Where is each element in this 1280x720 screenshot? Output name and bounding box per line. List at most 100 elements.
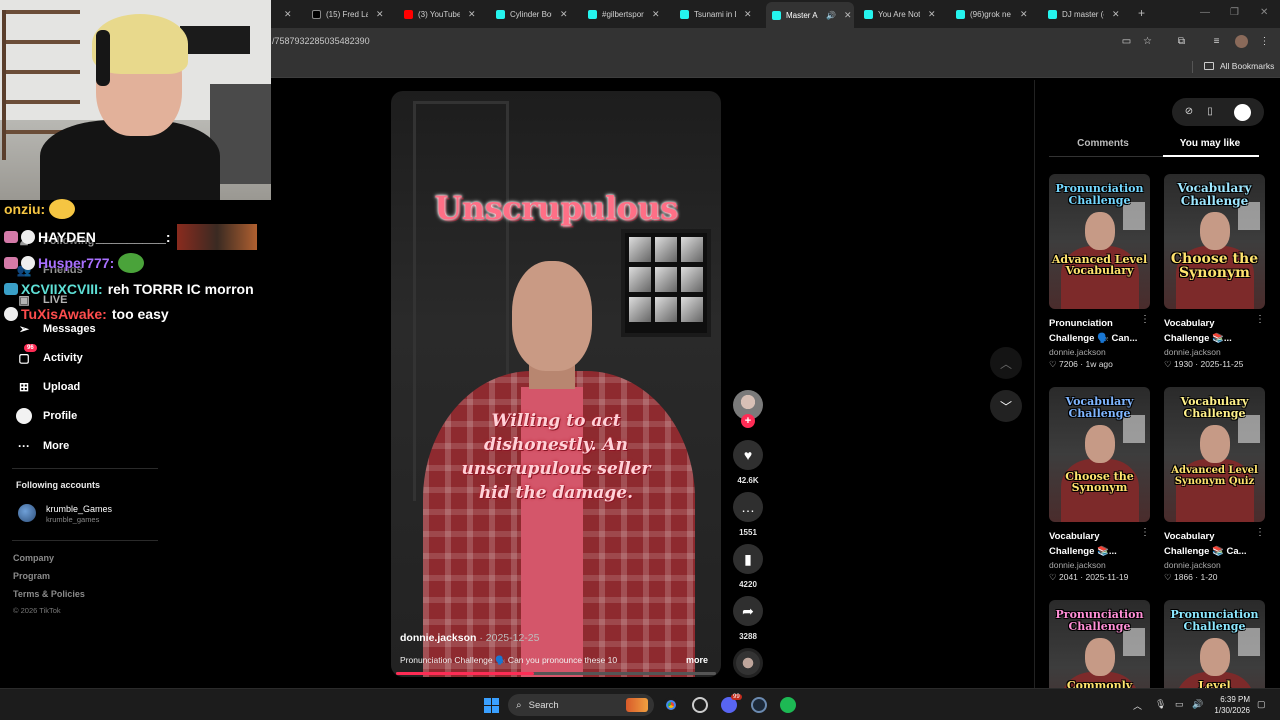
sidebar-item-upload[interactable]: ⊞ Upload <box>16 379 80 395</box>
minimize-icon[interactable]: — <box>1200 7 1210 18</box>
close-icon[interactable]: ✕ <box>844 10 852 21</box>
browser-tab[interactable]: Cylinder Bou ✕ <box>490 4 568 24</box>
window-close-icon[interactable]: ✕ <box>1260 7 1268 18</box>
close-icon[interactable]: ✕ <box>468 9 476 20</box>
microphone-icon[interactable]: 🎙 <box>1155 699 1166 710</box>
browser-tab[interactable]: (3) YouTube ✕ <box>398 4 476 24</box>
browser-tab[interactable]: DJ master (c ✕ <box>1042 4 1120 24</box>
share-button[interactable]: ➦ <box>733 596 763 626</box>
volume-icon[interactable]: 🔊 <box>1192 699 1203 710</box>
speaker-icon[interactable]: 🔊 <box>826 11 836 20</box>
tab-comments[interactable]: Comments <box>1053 138 1153 149</box>
maximize-icon[interactable]: ❐ <box>1230 7 1239 18</box>
spotify-icon[interactable] <box>780 697 796 713</box>
video-thumbnail[interactable]: Vocabulary Challenge Advanced Level Syno… <box>1164 387 1265 522</box>
footer-link-company[interactable]: Company <box>13 553 54 563</box>
kebab-icon[interactable]: ⋮ <box>1255 314 1265 325</box>
upload-icon: ⊞ <box>18 380 30 394</box>
card-title[interactable]: Pronunciation Challenge 🗣️ Can... <box>1049 316 1143 346</box>
recommended-video-card[interactable]: Vocabulary Challenge Advanced Level Syno… <box>1164 387 1265 583</box>
previous-video-button[interactable]: ︿ <box>990 347 1022 379</box>
close-icon[interactable]: ✕ <box>1112 9 1120 20</box>
recommended-video-card[interactable]: Vocabulary Challenge Choose the Synonym … <box>1049 387 1150 583</box>
video-thumbnail[interactable]: Pronunciation Challenge Commonly <box>1049 600 1150 688</box>
recommended-video-card[interactable]: Pronunciation Challenge Advanced Level V… <box>1049 174 1150 370</box>
phone-icon[interactable]: ▯ <box>1203 105 1217 119</box>
kebab-icon[interactable]: ⋮ <box>1255 527 1265 538</box>
card-author[interactable]: donnie.jackson <box>1164 560 1265 570</box>
chrome-icon[interactable] <box>663 697 679 713</box>
music-disc-icon[interactable] <box>733 648 763 678</box>
browser-tab[interactable]: (96)grok ne ✕ <box>950 4 1028 24</box>
notification-icon[interactable]: ▢ <box>1257 699 1266 710</box>
badge-icon <box>4 257 18 269</box>
video-thumbnail[interactable]: Pronunciation Challenge Level <box>1164 600 1265 688</box>
video-thumbnail[interactable]: Vocabulary Challenge Choose the Synonym <box>1164 174 1265 309</box>
toggle-switch[interactable] <box>1234 104 1251 121</box>
sidebar-item-profile[interactable]: Profile <box>16 408 77 424</box>
url-field[interactable]: /7587932285035482390 <box>272 36 370 46</box>
windows-start-icon[interactable] <box>484 698 499 713</box>
close-icon[interactable]: ✕ <box>560 9 568 20</box>
card-author[interactable]: donnie.jackson <box>1049 560 1150 570</box>
browser-tab[interactable]: #gilbertspor ✕ <box>582 4 660 24</box>
recommended-video-card[interactable]: Pronunciation Challenge Commonly <box>1049 600 1150 688</box>
video-progress-bar[interactable] <box>396 672 716 675</box>
card-title[interactable]: Vocabulary Challenge 📚... <box>1049 529 1143 559</box>
author-name[interactable]: donnie.jackson <box>400 632 476 644</box>
video-thumbnail[interactable]: Vocabulary Challenge Choose the Synonym <box>1049 387 1150 522</box>
close-icon[interactable]: ✕ <box>1020 9 1028 20</box>
browser-tab[interactable]: Tsunami in L ✕ <box>674 4 752 24</box>
caption-more-button[interactable]: more <box>686 655 708 665</box>
close-icon[interactable]: ✕ <box>376 9 384 20</box>
cast-icon[interactable]: ▭ <box>1120 35 1133 48</box>
card-author[interactable]: donnie.jackson <box>1164 347 1265 357</box>
network-icon[interactable]: ▭ <box>1175 699 1184 710</box>
obs-icon[interactable] <box>692 697 708 713</box>
profile-avatar-icon[interactable] <box>1235 35 1248 48</box>
taskbar-search[interactable]: ⌕ Search <box>508 694 654 716</box>
media-control-icon[interactable]: ≡ <box>1210 35 1223 48</box>
video-author[interactable]: donnie.jackson · 2025-12-25 <box>400 632 539 644</box>
close-icon[interactable]: ✕ <box>284 9 292 20</box>
recommended-video-card[interactable]: Vocabulary Challenge Choose the Synonym … <box>1164 174 1265 370</box>
new-tab-icon[interactable]: + <box>1138 6 1145 20</box>
bookmark-star-icon[interactable]: ☆ <box>1141 35 1154 48</box>
extensions-icon[interactable]: ⧉ <box>1175 35 1188 48</box>
discord-icon[interactable]: 99 <box>721 694 742 713</box>
tab-you-may-like[interactable]: You may like <box>1160 138 1260 149</box>
video-thumbnail[interactable]: Pronunciation Challenge Advanced Level V… <box>1049 174 1150 309</box>
sidebar-item-more[interactable]: ··· More <box>16 438 69 454</box>
tray-chevron-up-icon[interactable]: ︿ <box>1133 699 1142 712</box>
browser-tab[interactable]: You Are Not ✕ <box>858 4 936 24</box>
close-icon[interactable]: ✕ <box>928 9 936 20</box>
kebab-icon[interactable]: ⋮ <box>1140 527 1150 538</box>
card-author[interactable]: donnie.jackson <box>1049 347 1150 357</box>
avatar[interactable] <box>18 504 36 522</box>
compass-icon[interactable]: ⊘ <box>1182 105 1196 119</box>
taskbar-clock[interactable]: 6:39 PM 1/30/2026 <box>1204 694 1250 716</box>
browser-tab-active[interactable]: Master A 🔊 ✕ <box>766 2 854 28</box>
next-video-button[interactable]: ﹀ <box>990 390 1022 422</box>
all-bookmarks-button[interactable]: All Bookmarks <box>1204 61 1274 71</box>
recommended-video-card[interactable]: Pronunciation Challenge Level <box>1164 600 1265 688</box>
like-button[interactable]: ♥ <box>733 440 763 470</box>
card-title[interactable]: Vocabulary Challenge 📚... <box>1164 316 1258 346</box>
card-title[interactable]: Vocabulary Challenge 📚 Ca... <box>1164 529 1258 559</box>
steam-icon[interactable] <box>751 697 767 713</box>
close-icon[interactable]: ✕ <box>744 9 752 20</box>
following-account-name[interactable]: krumble_Games <box>46 504 112 514</box>
browser-menu-icon[interactable]: ⋮ <box>1258 35 1271 48</box>
video-player[interactable]: Unscrupulous Willing to act dishonestly.… <box>391 91 721 677</box>
kebab-icon[interactable]: ⋮ <box>1140 314 1150 325</box>
save-button[interactable]: ▮ <box>733 544 763 574</box>
browser-tab[interactable]: (15) Fred Las ✕ <box>306 4 384 24</box>
footer-link-terms[interactable]: Terms & Policies <box>13 589 85 599</box>
sidebar-item-messages[interactable]: ➢ Messages <box>16 321 96 337</box>
close-icon[interactable]: ✕ <box>652 9 660 20</box>
follow-plus-icon[interactable]: + <box>741 414 755 428</box>
browser-tab[interactable]: ✕ <box>270 4 292 24</box>
comment-button[interactable]: … <box>733 492 763 522</box>
sidebar-item-activity[interactable]: ▢ 96 Activity <box>16 344 83 366</box>
footer-link-program[interactable]: Program <box>13 571 50 581</box>
